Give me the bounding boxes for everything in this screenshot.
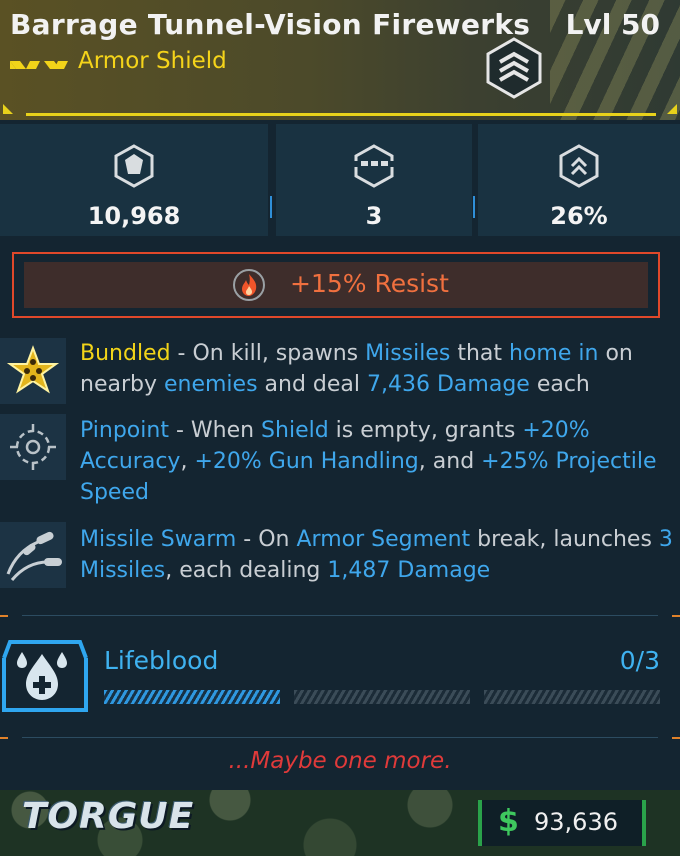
shield-capacity-icon [114, 144, 154, 188]
perk-desc-text: - When [168, 418, 262, 443]
perk-keyword: home in [509, 341, 599, 366]
blood-drop-icon [2, 640, 88, 712]
armor-shield-emblem-icon [486, 37, 542, 99]
resist-bar: +15% Resist [24, 262, 648, 308]
lifeblood-label: Lifeblood [104, 646, 219, 675]
perk-desc-text: - On [236, 527, 297, 552]
lifeblood-progress-segment [484, 690, 660, 704]
perk-keyword: Armor Segment [296, 527, 471, 552]
stat-recharge-value: 26% [550, 202, 608, 230]
section-divider [0, 737, 680, 739]
perk-desc-text: - On kill, spawns [170, 341, 366, 366]
header-corner-right [667, 104, 677, 114]
lifeblood-progress-segment [104, 690, 280, 704]
stat-segments-value: 3 [365, 202, 383, 230]
perk-keyword: +20% Gun Handling [194, 449, 419, 474]
stat-capacity-value: 10,968 [87, 202, 181, 230]
item-level: Lvl 50 [565, 8, 660, 41]
bundled-star-icon [6, 345, 60, 394]
perk-keyword: enemies [163, 372, 258, 397]
perk-missile-swarm: Missile Swarm - On Armor Segment break, … [80, 524, 676, 586]
perk-desc-text: , each dealing [165, 558, 328, 583]
pinpoint-crosshair-icon [10, 424, 56, 470]
perk-desc-text: that [450, 341, 510, 366]
perk-keyword: 1,487 Damage [327, 558, 491, 583]
manufacturer-logo: TORGUE [22, 796, 195, 837]
lifeblood-progress-segment [294, 690, 470, 704]
stat-divider [473, 196, 475, 218]
perk-icon-tile [0, 338, 66, 404]
dollar-icon: $ [498, 804, 519, 839]
item-header: Barrage Tunnel-Vision Firewerks Lvl 50 A… [0, 0, 680, 120]
stat-segments: 3 [276, 124, 472, 236]
perk-icon-tile [0, 522, 66, 588]
section-divider [0, 615, 680, 617]
recharge-rate-icon [559, 144, 599, 188]
item-name: Barrage Tunnel-Vision Firewerks [10, 8, 531, 41]
price-value: 93,636 [534, 808, 618, 836]
fire-icon [233, 269, 265, 301]
perk-desc-text: and deal [257, 372, 368, 397]
rarity-chevrons-icon [10, 61, 68, 69]
resist-text: +15% Resist [290, 269, 449, 298]
perk-bundled: Bundled - On kill, spawns Missiles that … [80, 338, 676, 400]
perk-keyword: Shield [261, 418, 329, 443]
stat-recharge: 26% [478, 124, 680, 236]
stats-row: 10,968 3 26% [0, 124, 680, 236]
missile-swarm-icon [6, 531, 62, 581]
lifeblood-count: 0/3 [619, 646, 660, 675]
item-type: Armor Shield [78, 48, 227, 74]
stat-capacity: 10,968 [0, 124, 268, 236]
perk-name: Bundled [80, 341, 171, 366]
perk-desc-text: , [180, 449, 195, 474]
header-divider [26, 113, 656, 116]
flavor-text: ...Maybe one more. [228, 748, 452, 774]
perk-name: Missile Swarm [80, 527, 237, 552]
stat-divider [270, 196, 272, 218]
price-box: $ 93,636 [478, 800, 646, 846]
perk-icon-tile [0, 414, 66, 480]
perk-keyword: Missiles [365, 341, 451, 366]
perk-desc-text: , and [418, 449, 482, 474]
item-card: Barrage Tunnel-Vision Firewerks Lvl 50 A… [0, 0, 680, 856]
perk-pinpoint: Pinpoint - When Shield is empty, grants … [80, 415, 676, 508]
perk-desc-text: is empty, grants [328, 418, 523, 443]
perk-desc-text: break, launches [470, 527, 659, 552]
perk-keyword: 7,436 Damage [367, 372, 530, 397]
perk-name: Pinpoint [80, 418, 169, 443]
header-corner-left [3, 104, 13, 114]
armor-segments-icon [352, 144, 396, 188]
perk-desc-text: each [529, 372, 590, 397]
